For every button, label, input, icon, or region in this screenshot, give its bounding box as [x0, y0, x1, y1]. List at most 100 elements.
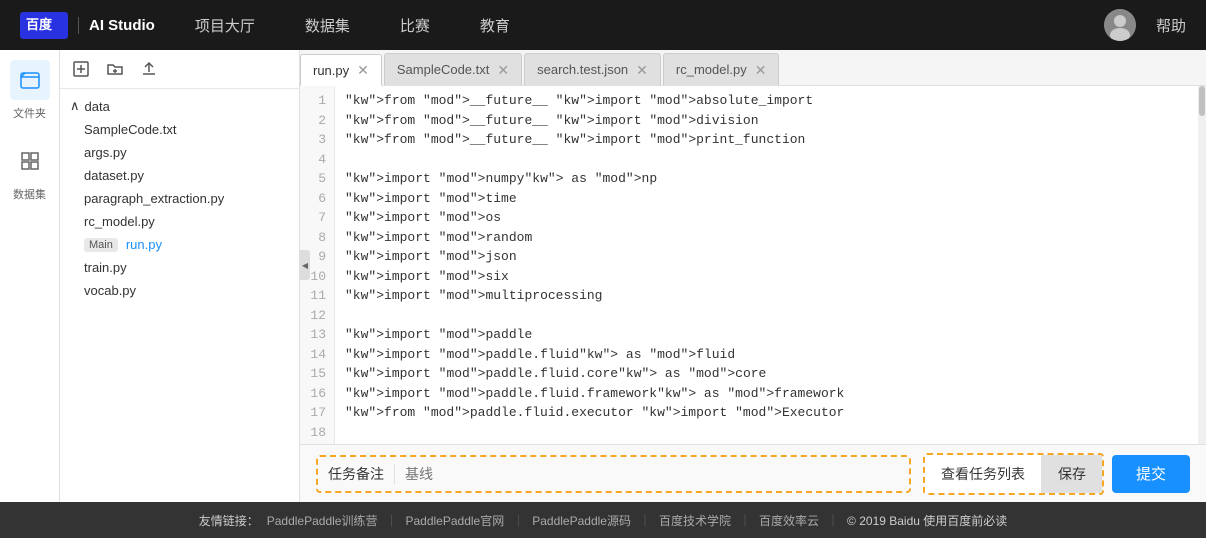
menu-item-education[interactable]: 教育	[480, 15, 510, 36]
tab-rcmodel[interactable]: rc_model.py ✕	[663, 53, 780, 85]
file-run[interactable]: Main run.py	[60, 233, 299, 256]
file-paragraph[interactable]: paragraph_extraction.py	[60, 187, 299, 210]
footer-link-1[interactable]: PaddlePaddle官网	[405, 512, 504, 529]
svg-text:百度: 百度	[26, 17, 53, 32]
line-number: 5	[300, 169, 334, 189]
file-rcmodel[interactable]: rc_model.py	[60, 210, 299, 233]
line-number: 4	[300, 150, 334, 170]
tab-label: search.test.json	[537, 62, 628, 77]
line-number: 8	[300, 228, 334, 248]
tab-searchtest[interactable]: search.test.json ✕	[524, 53, 661, 85]
code-line: "kw">import "mod">json	[345, 247, 1206, 267]
main-content: 文件夹 数据集	[0, 50, 1206, 502]
code-editor: ◀ 12345678910111213141516171819202122232…	[300, 86, 1206, 444]
tab-close-btn[interactable]: ✕	[497, 63, 509, 77]
tab-label: SampleCode.txt	[397, 62, 490, 77]
file-toolbar	[60, 50, 299, 89]
footer: 友情链接： PaddlePaddle训练营 ｜ PaddlePaddle官网 ｜…	[0, 502, 1206, 538]
sidebar-icon-files[interactable]	[10, 60, 50, 100]
tab-label: run.py	[313, 63, 349, 78]
tab-close-btn[interactable]: ✕	[357, 63, 369, 77]
sidebar-label-files: 文件夹	[13, 105, 46, 121]
baseline-input[interactable]	[405, 456, 586, 492]
footer-link-0[interactable]: PaddlePaddle训练营	[267, 512, 378, 529]
new-folder-btn[interactable]	[104, 58, 126, 80]
task-input-box: 任务备注	[316, 455, 911, 493]
scroll-thumb[interactable]	[1199, 86, 1205, 116]
editor-tabs: run.py ✕ SampleCode.txt ✕ search.test.js…	[300, 50, 1206, 86]
menu-item-project[interactable]: 项目大厅	[195, 15, 255, 36]
file-label: train.py	[84, 260, 127, 275]
sidebar-icon-dataset[interactable]	[10, 141, 50, 181]
top-right: 帮助	[1104, 9, 1186, 41]
ai-studio-label: AI Studio	[78, 17, 155, 34]
main-badge: Main	[84, 238, 118, 252]
top-menu: 项目大厅 数据集 比赛 教育	[195, 15, 1104, 36]
line-number: 7	[300, 208, 334, 228]
code-line: "kw">import "mod">random	[345, 228, 1206, 248]
file-label: paragraph_extraction.py	[84, 191, 224, 206]
footer-link-4[interactable]: 百度效率云	[759, 512, 819, 529]
bottom-bar: 任务备注 查看任务列表 保存	[300, 444, 1206, 502]
file-args[interactable]: args.py	[60, 141, 299, 164]
file-samplecode[interactable]: SampleCode.txt	[60, 118, 299, 141]
line-number: 18	[300, 423, 334, 443]
file-train[interactable]: train.py	[60, 256, 299, 279]
file-label: SampleCode.txt	[84, 122, 177, 137]
line-number: 17	[300, 403, 334, 423]
file-label: rc_model.py	[84, 214, 155, 229]
file-label: args.py	[84, 145, 127, 160]
line-number: 3	[300, 130, 334, 150]
file-panel: ∧ data SampleCode.txt args.py dataset.py…	[60, 50, 300, 502]
new-file-btn[interactable]	[70, 58, 92, 80]
line-number: 2	[300, 111, 334, 131]
file-label: vocab.py	[84, 283, 136, 298]
code-line	[345, 423, 1206, 443]
view-save-box: 查看任务列表 保存	[923, 453, 1104, 495]
folder-data[interactable]: ∧ data	[60, 94, 299, 118]
scrollbar[interactable]	[1198, 86, 1206, 444]
upload-btn[interactable]	[138, 58, 160, 80]
code-content[interactable]: "kw">from "mod">__future__ "kw">import "…	[335, 86, 1206, 444]
footer-link-3[interactable]: 百度技术学院	[659, 512, 731, 529]
code-line: "kw">from "mod">__future__ "kw">import "…	[345, 130, 1206, 150]
line-number: 1	[300, 91, 334, 111]
task-note-label: 任务备注	[328, 464, 384, 484]
code-line	[345, 306, 1206, 326]
tab-label: rc_model.py	[676, 62, 747, 77]
logo: 百度 AI Studio	[20, 12, 155, 39]
tab-samplecode[interactable]: SampleCode.txt ✕	[384, 53, 522, 85]
code-line: "kw">import "mod">multiprocessing	[345, 286, 1206, 306]
code-line: "kw">import "mod">paddle.fluid.core"kw">…	[345, 364, 1206, 384]
line-number: 16	[300, 384, 334, 404]
tab-run-py[interactable]: run.py ✕	[300, 54, 382, 86]
sidebar: 文件夹 数据集	[0, 50, 60, 502]
tab-close-btn[interactable]: ✕	[636, 63, 648, 77]
line-number: 15	[300, 364, 334, 384]
menu-item-dataset[interactable]: 数据集	[305, 15, 350, 36]
view-tasks-btn[interactable]: 查看任务列表	[925, 455, 1042, 493]
submit-btn[interactable]: 提交	[1112, 455, 1190, 493]
vertical-divider	[394, 464, 395, 484]
tab-close-btn[interactable]: ✕	[755, 63, 767, 77]
avatar[interactable]	[1104, 9, 1136, 41]
help-link[interactable]: 帮助	[1156, 15, 1186, 36]
baidu-logo: 百度	[20, 12, 68, 39]
line-number: 6	[300, 189, 334, 209]
line-number: 13	[300, 325, 334, 345]
file-label: run.py	[126, 237, 162, 252]
code-line: "kw">from "mod">__future__ "kw">import "…	[345, 91, 1206, 111]
panel-collapse-handle[interactable]: ◀	[300, 250, 310, 280]
line-number: 12	[300, 306, 334, 326]
file-vocab[interactable]: vocab.py	[60, 279, 299, 302]
editor-area: run.py ✕ SampleCode.txt ✕ search.test.js…	[300, 50, 1206, 502]
code-line: "kw">import "mod">time	[345, 189, 1206, 209]
line-number: 14	[300, 345, 334, 365]
sidebar-label-dataset: 数据集	[13, 186, 46, 202]
menu-item-competition[interactable]: 比赛	[400, 15, 430, 36]
code-line: "kw">import "mod">six	[345, 267, 1206, 287]
footer-link-2[interactable]: PaddlePaddle源码	[532, 512, 631, 529]
file-dataset[interactable]: dataset.py	[60, 164, 299, 187]
save-btn[interactable]: 保存	[1042, 455, 1102, 493]
line-number: 11	[300, 286, 334, 306]
